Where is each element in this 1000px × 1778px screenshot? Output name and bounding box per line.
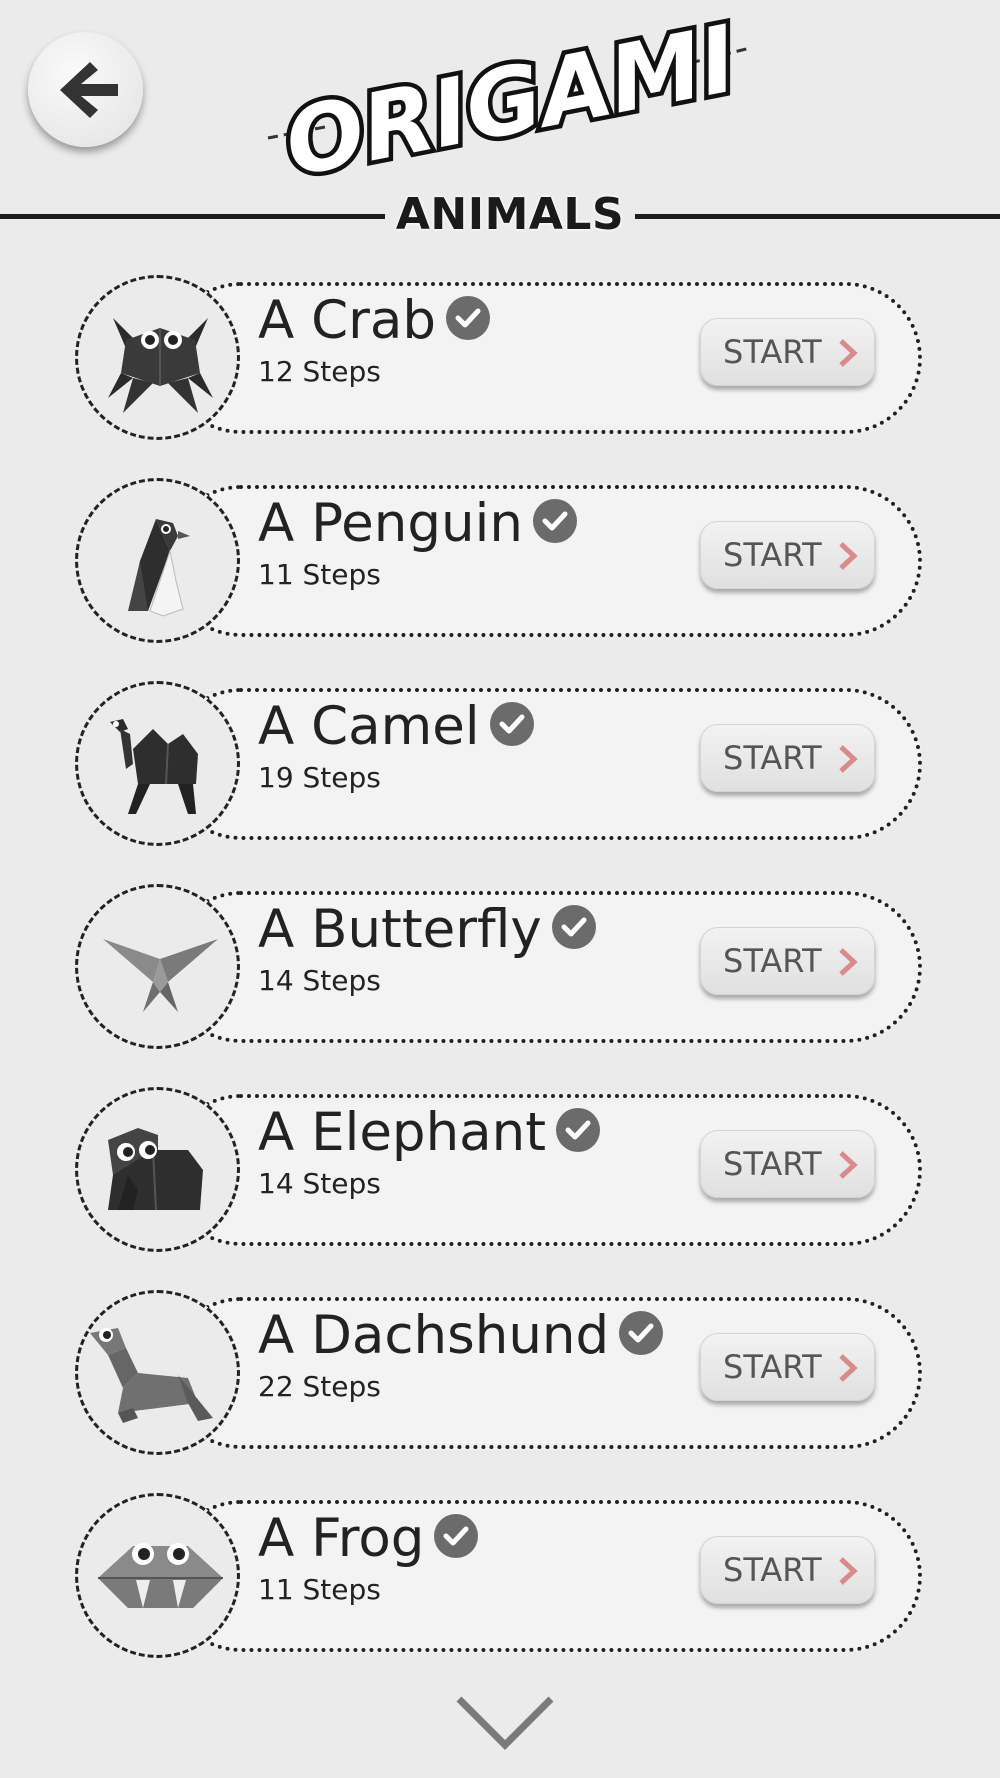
item-title: A Penguin — [258, 492, 577, 556]
item-title: A Frog — [258, 1507, 479, 1571]
camel-thumbnail — [75, 681, 240, 846]
check-circle-icon — [489, 702, 534, 747]
start-button[interactable]: START — [700, 724, 875, 792]
list-item-butterfly: A Butterfly 14 Steps START — [75, 884, 935, 1049]
list-item-dachshund: A Dachshund 22 Steps START — [75, 1290, 935, 1455]
check-circle-icon — [446, 296, 491, 341]
chevron-right-icon — [839, 1557, 858, 1585]
section-title: ANIMALS — [385, 188, 635, 242]
chevron-right-icon — [839, 1354, 858, 1382]
start-button[interactable]: START — [700, 318, 875, 386]
scroll-down-button[interactable] — [455, 1695, 555, 1755]
check-circle-icon — [434, 1514, 479, 1559]
chevron-right-icon — [839, 1151, 858, 1179]
item-steps: 14 Steps — [258, 964, 381, 997]
chevron-right-icon — [839, 339, 858, 367]
elephant-thumbnail — [75, 1087, 240, 1252]
list-item-elephant: A Elephant 14 Steps START — [75, 1087, 935, 1252]
item-steps: 14 Steps — [258, 1167, 381, 1200]
list-item-camel: A Camel 19 Steps START — [75, 681, 935, 846]
app-logo: ORIGAMI — [260, 8, 760, 178]
butterfly-thumbnail — [75, 884, 240, 1049]
chevron-right-icon — [839, 948, 858, 976]
start-button[interactable]: START — [700, 1536, 875, 1604]
back-button[interactable] — [28, 32, 143, 147]
check-circle-icon — [556, 1108, 601, 1153]
item-steps: 19 Steps — [258, 761, 381, 794]
chevron-right-icon — [839, 542, 858, 570]
frog-thumbnail — [75, 1493, 240, 1658]
item-title: A Butterfly — [258, 898, 596, 962]
start-button[interactable]: START — [700, 1130, 875, 1198]
check-circle-icon — [551, 905, 596, 950]
list-item-frog: A Frog 11 Steps START — [75, 1493, 935, 1658]
crab-thumbnail — [75, 275, 240, 440]
back-arrow-icon — [60, 62, 118, 118]
item-title: A Elephant — [258, 1101, 601, 1165]
item-steps: 22 Steps — [258, 1370, 381, 1403]
check-circle-icon — [532, 499, 577, 544]
item-steps: 11 Steps — [258, 1573, 381, 1606]
item-steps: 12 Steps — [258, 355, 381, 388]
dachshund-thumbnail — [75, 1290, 240, 1455]
item-title: A Camel — [258, 695, 534, 759]
chevron-right-icon — [839, 745, 858, 773]
check-circle-icon — [619, 1311, 664, 1356]
item-title: A Dachshund — [258, 1304, 664, 1368]
svg-text:ORIGAMI: ORIGAMI — [277, 8, 745, 178]
start-button[interactable]: START — [700, 927, 875, 995]
chevron-down-icon — [456, 1696, 554, 1750]
list-item-penguin: A Penguin 11 Steps START — [75, 478, 935, 643]
penguin-thumbnail — [75, 478, 240, 643]
start-button[interactable]: START — [700, 1333, 875, 1401]
item-steps: 11 Steps — [258, 558, 381, 591]
item-title: A Crab — [258, 289, 491, 353]
start-button[interactable]: START — [700, 521, 875, 589]
list-item-crab: A Crab 12 Steps START — [75, 275, 935, 440]
